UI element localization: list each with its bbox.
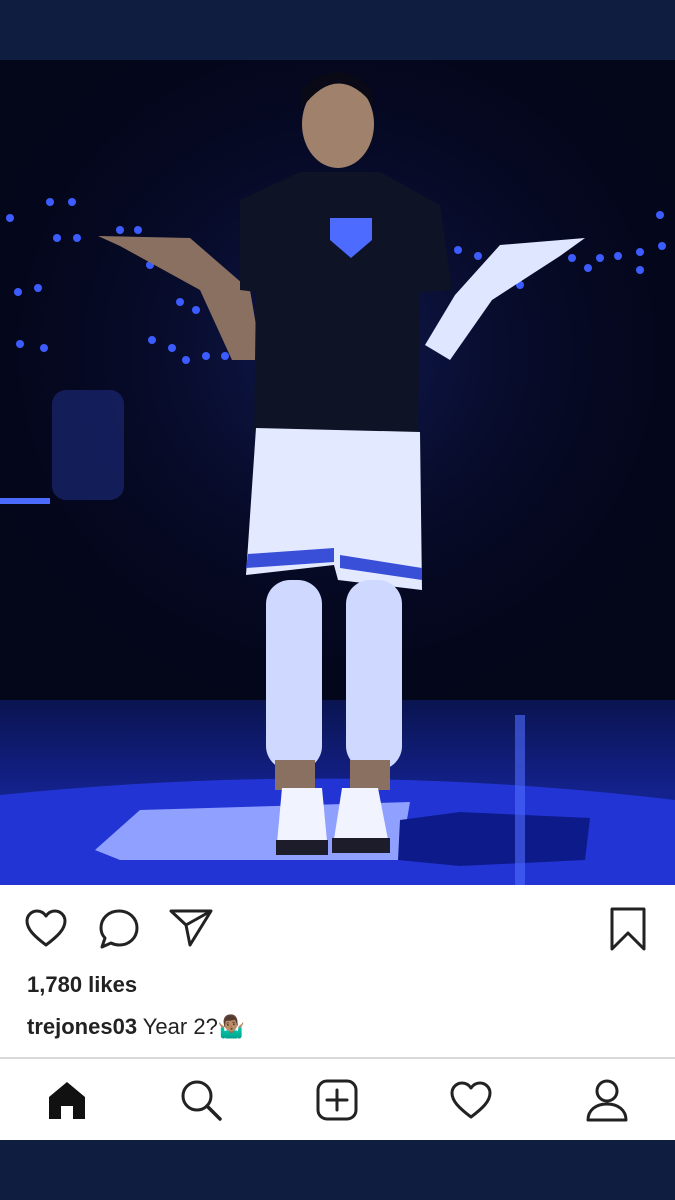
speech-bubble-icon[interactable] — [97, 907, 141, 951]
home-icon[interactable] — [42, 1075, 92, 1125]
activity-heart-icon[interactable] — [446, 1075, 496, 1125]
bottom-frame — [0, 1140, 675, 1200]
caption-username[interactable]: trejones03 — [27, 1014, 137, 1039]
add-post-icon[interactable] — [312, 1075, 362, 1125]
post-photo[interactable] — [0, 60, 675, 885]
bookmark-icon[interactable] — [608, 906, 648, 952]
paper-plane-icon[interactable] — [168, 906, 214, 948]
profile-icon[interactable] — [582, 1075, 632, 1125]
likes-count[interactable]: 1,780 likes — [27, 972, 137, 998]
heart-outline-icon[interactable] — [24, 908, 68, 948]
post-caption: trejones03 Year 2?🤷🏽‍♂️ — [27, 1014, 245, 1040]
top-frame — [0, 0, 675, 60]
caption-text: Year 2?🤷🏽‍♂️ — [137, 1014, 246, 1039]
bottom-tab-bar — [0, 1059, 675, 1140]
search-icon[interactable] — [176, 1075, 226, 1125]
